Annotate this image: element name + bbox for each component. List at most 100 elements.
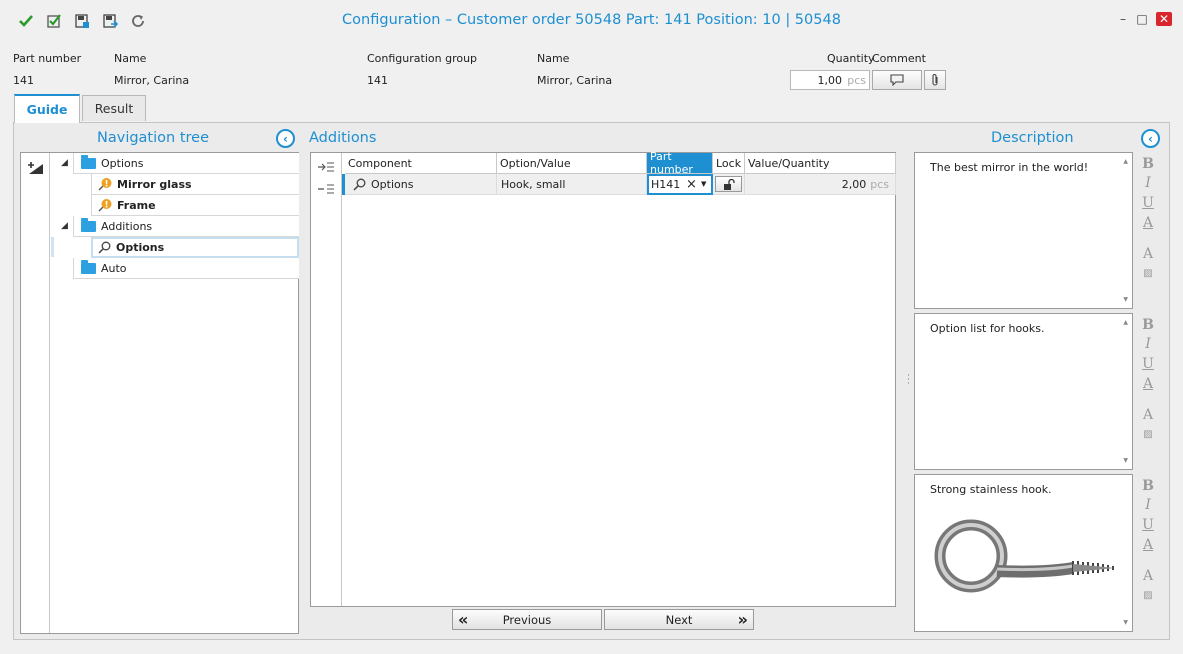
tree-item-mirror-glass[interactable]: ! Mirror glass	[91, 174, 299, 195]
warning-search-icon: !	[98, 199, 112, 212]
part-number-editor[interactable]: H141 × ▼	[647, 174, 713, 195]
selection-marker	[51, 237, 54, 257]
comment-button[interactable]	[872, 70, 922, 90]
column-component[interactable]: Component	[345, 153, 497, 174]
next-button[interactable]: Next »	[604, 609, 754, 630]
font-color-button-2[interactable]: A	[1140, 376, 1156, 392]
scroll-up-icon[interactable]: ▲	[1123, 319, 1128, 326]
grid-gutter	[311, 153, 342, 606]
tree-item-options[interactable]: Options	[73, 153, 299, 174]
scroll-down-icon[interactable]: ▼	[1123, 619, 1128, 626]
font-size-button-1[interactable]: A	[1140, 246, 1156, 262]
collapse-all-icon[interactable]	[317, 183, 335, 195]
double-chevron-left-icon: «	[458, 610, 469, 629]
font-size-button-2[interactable]: A	[1140, 407, 1156, 423]
tab-guide[interactable]: Guide	[14, 94, 80, 123]
tree-item-options-selected[interactable]: Options	[91, 237, 299, 258]
font-color-button-3[interactable]: A	[1140, 537, 1156, 553]
collapse-nav-button[interactable]: ‹	[276, 129, 295, 148]
column-part-number[interactable]: Part number	[647, 150, 713, 176]
clear-icon[interactable]: ×	[686, 177, 697, 192]
description-text: The best mirror in the world!	[930, 161, 1089, 174]
close-button[interactable]: ✕	[1156, 12, 1172, 26]
quantity-field[interactable]: 1,00 pcs	[790, 70, 870, 90]
search-icon	[353, 178, 366, 191]
column-option-value[interactable]: Option/Value	[497, 153, 647, 174]
bold-button-2[interactable]: B	[1140, 317, 1156, 333]
name-value: Mirror, Carina	[114, 74, 190, 87]
splitter-grip[interactable]: · · ·	[907, 372, 910, 389]
name2-value: Mirror, Carina	[537, 74, 613, 87]
tree-item-label: Mirror glass	[117, 177, 192, 191]
double-chevron-right-icon: »	[737, 610, 748, 629]
expand-options-icon[interactable]: ◢	[61, 158, 68, 168]
svg-text:!: !	[104, 201, 108, 211]
navigation-tree: ◢ Options ! Mirror glass ! Frame ◢ Addit…	[20, 152, 299, 634]
chevron-left-icon: ‹	[1148, 131, 1153, 146]
previous-label: Previous	[502, 612, 552, 627]
dropdown-arrow-icon[interactable]: ▼	[701, 180, 706, 188]
additions-grid: Component Option/Value Part number Lock …	[310, 150, 896, 607]
expand-all-icon[interactable]	[317, 161, 335, 173]
underline-button-1[interactable]: U	[1140, 195, 1156, 211]
italic-button-3[interactable]: I	[1140, 497, 1156, 513]
folder-icon	[81, 154, 96, 169]
add-level-icon[interactable]	[28, 161, 44, 175]
config-group-label: Configuration group	[367, 52, 478, 65]
previous-button[interactable]: « Previous	[452, 609, 602, 630]
description-box-3[interactable]: Strong stainless hook. ▼	[914, 474, 1133, 632]
additions-title: Additions	[309, 130, 377, 146]
column-value-quantity[interactable]: Value/Quantity	[745, 153, 896, 174]
italic-button-1[interactable]: I	[1140, 175, 1156, 191]
svg-text:!: !	[104, 180, 108, 190]
description-box-1[interactable]: The best mirror in the world! ▲ ▼	[914, 152, 1133, 309]
scroll-up-icon[interactable]: ▲	[1123, 158, 1128, 165]
font-color-button-1[interactable]: A	[1140, 215, 1156, 231]
bold-button-1[interactable]: B	[1140, 156, 1156, 172]
tree-item-auto[interactable]: Auto	[73, 258, 299, 279]
quantity-label: Quantity	[827, 52, 875, 65]
quantity-cell[interactable]: 2,00 pcs	[745, 174, 896, 195]
tree-item-label: Additions	[101, 219, 153, 233]
lock-toggle[interactable]	[715, 176, 742, 192]
next-label: Next	[665, 612, 693, 627]
name2-label: Name	[537, 52, 570, 65]
tree-item-label: Auto	[101, 261, 127, 275]
tree-item-label: Frame	[117, 198, 156, 212]
row-quantity-value: 2,00	[841, 177, 867, 191]
tree-item-additions[interactable]: Additions	[73, 216, 299, 237]
warning-search-icon: !	[98, 178, 112, 191]
unlock-icon	[723, 178, 735, 190]
tab-result[interactable]: Result	[82, 95, 146, 121]
search-icon	[98, 241, 111, 254]
speech-bubble-icon	[890, 74, 904, 86]
table-row-component[interactable]: Options	[345, 174, 497, 195]
italic-button-2[interactable]: I	[1140, 336, 1156, 352]
tree-item-frame[interactable]: ! Frame	[91, 195, 299, 216]
underline-button-3[interactable]: U	[1140, 517, 1156, 533]
scroll-down-icon[interactable]: ▼	[1123, 457, 1128, 464]
image-icon[interactable]: ▨	[1140, 268, 1156, 279]
part-number-value: H141	[651, 178, 681, 191]
description-box-2[interactable]: Option list for hooks. ▲ ▼	[914, 313, 1133, 470]
font-size-button-3[interactable]: A	[1140, 568, 1156, 584]
minimize-button[interactable]: –	[1115, 12, 1131, 26]
folder-icon	[81, 259, 96, 274]
comment-label: Comment	[872, 52, 926, 65]
part-number-label: Part number	[13, 52, 82, 65]
image-icon[interactable]: ▨	[1140, 590, 1156, 601]
image-icon[interactable]: ▨	[1140, 429, 1156, 440]
tree-item-label: Options	[101, 156, 144, 170]
bold-button-3[interactable]: B	[1140, 478, 1156, 494]
underline-button-2[interactable]: U	[1140, 356, 1156, 372]
column-lock[interactable]: Lock	[713, 153, 745, 174]
row-quantity-unit: pcs	[870, 177, 889, 191]
hook-image	[934, 519, 1115, 593]
expand-additions-icon[interactable]: ◢	[61, 221, 68, 231]
collapse-description-button[interactable]: ‹	[1141, 129, 1160, 148]
option-value-cell[interactable]: Hook, small	[497, 174, 647, 195]
attach-button[interactable]	[924, 70, 946, 90]
description-title: Description	[991, 130, 1074, 146]
scroll-down-icon[interactable]: ▼	[1123, 296, 1128, 303]
maximize-button[interactable]: □	[1134, 12, 1150, 26]
